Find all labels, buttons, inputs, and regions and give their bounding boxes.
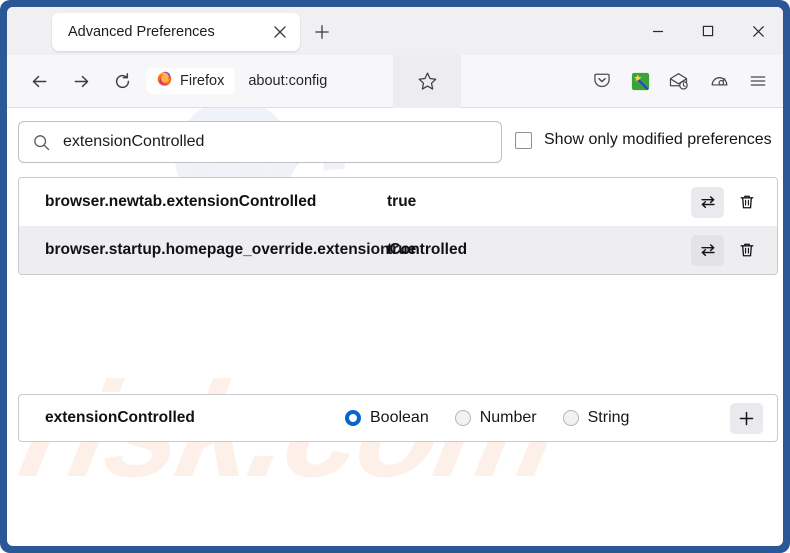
tab-title: Advanced Preferences: [68, 24, 215, 40]
browser-window-frame: pc risk.com Advanced Preferences: [0, 0, 790, 553]
maximize-icon[interactable]: [683, 9, 733, 53]
identity-chip[interactable]: Firefox: [147, 68, 236, 94]
navigation-toolbar: Firefox about:config: [7, 55, 783, 108]
identity-label: Firefox: [180, 73, 225, 89]
trash-icon[interactable]: [730, 187, 763, 218]
new-tab-button[interactable]: [307, 17, 337, 47]
address-bar[interactable]: Firefox about:config: [147, 63, 547, 99]
search-input-value: extensionControlled: [63, 133, 205, 150]
window-controls: [633, 7, 783, 55]
table-row[interactable]: browser.newtab.extensionControlled true: [19, 178, 777, 226]
row-actions: [691, 186, 763, 218]
show-modified-label: Show only modified preferences: [544, 131, 772, 148]
search-input[interactable]: extensionControlled: [18, 121, 502, 163]
star-icon[interactable]: [393, 55, 461, 108]
speedometer-icon[interactable]: [704, 66, 734, 96]
forward-arrow-icon[interactable]: [65, 65, 97, 97]
reload-icon[interactable]: [106, 65, 138, 97]
preference-value: true: [387, 193, 417, 210]
radio-dot-string[interactable]: [562, 410, 579, 426]
toggle-swap-icon[interactable]: [691, 234, 724, 266]
mail-clock-icon[interactable]: [663, 66, 693, 96]
close-icon[interactable]: [265, 17, 295, 47]
radio-option-number[interactable]: Number: [454, 409, 537, 427]
hamburger-menu-icon[interactable]: [743, 66, 773, 96]
preference-name: browser.startup.homepage_override.extens…: [45, 240, 468, 258]
extension-magic-wand-icon[interactable]: [625, 66, 655, 96]
pocket-icon[interactable]: [587, 66, 617, 96]
radio-label-number: Number: [479, 409, 537, 426]
preference-type-radio-group: Boolean Number String: [345, 409, 730, 427]
radio-label-boolean: Boolean: [370, 409, 429, 426]
row-actions: [691, 234, 763, 266]
search-row: extensionControlled Show only modified p…: [7, 121, 783, 167]
url-text: about:config: [248, 73, 328, 89]
radio-label-string: String: [587, 409, 630, 426]
firefox-logo-icon: [156, 70, 173, 92]
toggle-swap-icon[interactable]: [691, 186, 724, 218]
show-modified-checkbox[interactable]: [515, 131, 532, 149]
table-row[interactable]: browser.startup.homepage_override.extens…: [19, 226, 777, 274]
close-icon[interactable]: [733, 9, 783, 53]
about-config-page: extensionControlled Show only modified p…: [7, 108, 783, 546]
minimize-icon[interactable]: [633, 9, 683, 53]
radio-option-boolean[interactable]: Boolean: [345, 409, 429, 427]
preference-value: true: [387, 241, 417, 258]
preferences-table: browser.newtab.extensionControlled true: [18, 177, 778, 275]
radio-option-string[interactable]: String: [562, 409, 630, 427]
search-icon: [19, 133, 63, 152]
tab-strip: Advanced Preferences: [7, 7, 783, 55]
plus-icon[interactable]: [730, 402, 763, 434]
new-preference-name: extensionControlled: [45, 409, 195, 426]
browser-tab-advanced-preferences[interactable]: Advanced Preferences: [52, 13, 300, 51]
show-modified-preferences-toggle[interactable]: Show only modified preferences: [515, 131, 772, 149]
browser-window: pc risk.com Advanced Preferences: [7, 7, 783, 546]
add-preference-row: extensionControlled Boolean Number Strin…: [18, 394, 778, 442]
preference-name: browser.newtab.extensionControlled: [45, 192, 317, 210]
back-arrow-icon[interactable]: [23, 65, 55, 97]
trash-icon[interactable]: [730, 235, 763, 266]
radio-dot-number[interactable]: [454, 410, 471, 426]
radio-dot-boolean[interactable]: [345, 410, 361, 426]
